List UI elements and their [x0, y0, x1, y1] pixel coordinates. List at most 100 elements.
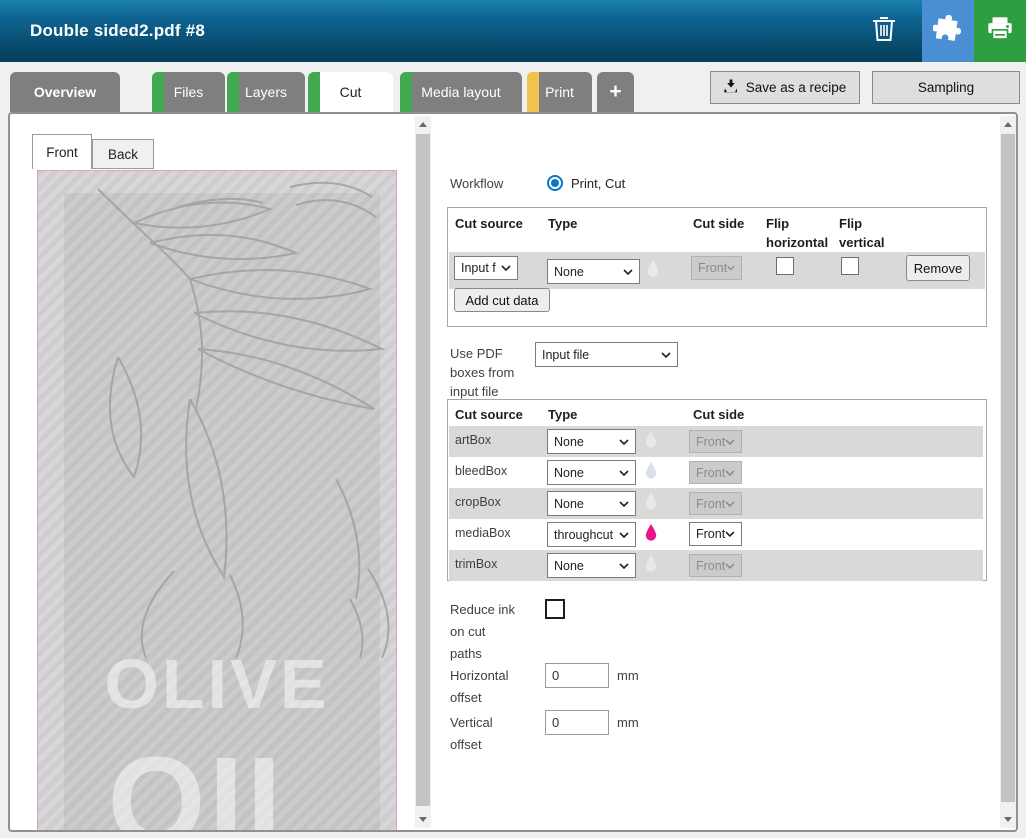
flip-horizontal-checkbox[interactable]: [776, 257, 794, 275]
vertical-offset-unit: mm: [617, 715, 639, 730]
horizontal-offset-unit: mm: [617, 668, 639, 683]
remove-button[interactable]: Remove: [906, 255, 970, 281]
puzzle-icon: [932, 14, 963, 49]
trimbox-type-select[interactable]: None: [547, 553, 636, 578]
print-button[interactable]: [974, 0, 1026, 62]
col-cut-source: Cut source: [455, 216, 523, 231]
reduce-ink-checkbox[interactable]: [545, 599, 565, 619]
plugins-button[interactable]: [922, 0, 974, 62]
tab-layers-label: Layers: [244, 84, 288, 100]
bleedbox-type-select[interactable]: None: [547, 460, 636, 485]
cut-side-select: Front: [691, 256, 742, 280]
vertical-offset-label-2: offset: [450, 737, 482, 752]
save-as-recipe-label: Save as a recipe: [745, 80, 847, 95]
ink-droplet-icon: [645, 493, 657, 510]
tab-cut-stripe: [308, 72, 320, 112]
scroll-down-icon[interactable]: [415, 811, 431, 828]
panel-scrollbar[interactable]: [1000, 116, 1016, 828]
trash-icon: [870, 14, 898, 49]
tab-add[interactable]: +: [597, 72, 634, 112]
panel-scrollbar-thumb[interactable]: [1001, 134, 1015, 802]
app-window: { "window": { "title": "Double sided2.pd…: [0, 0, 1026, 838]
vertical-offset-input[interactable]: [545, 710, 609, 735]
tab-front[interactable]: Front: [32, 134, 92, 169]
sampling-button[interactable]: Sampling: [872, 71, 1020, 104]
tab-media-layout-label: Media layout: [421, 84, 501, 100]
bleedbox-cut-side-select: Front: [689, 461, 742, 484]
col-type: Type: [548, 216, 578, 231]
row-label-mediabox: mediaBox: [455, 526, 511, 540]
save-as-recipe-button[interactable]: Save as a recipe: [710, 71, 860, 104]
cut-source-select[interactable]: Input f: [454, 256, 518, 280]
mediabox-cut-side-select[interactable]: Front: [689, 522, 742, 546]
reduce-ink-label-2: on cut: [450, 624, 486, 639]
trimbox-cut-side-select: Front: [689, 554, 742, 577]
sampling-label: Sampling: [917, 80, 975, 95]
tab-media-layout[interactable]: Media layout: [400, 72, 522, 112]
workflow-value: Print, Cut: [571, 176, 626, 191]
horizontal-offset-label-2: offset: [450, 690, 482, 705]
ink-droplet-icon: [645, 462, 657, 479]
tab-print-label: Print: [545, 84, 574, 100]
preview-scrollbar-thumb[interactable]: [416, 134, 430, 806]
tab-files-label: Files: [173, 84, 204, 100]
row-label-bleedbox: bleedBox: [455, 464, 508, 478]
tab-layers[interactable]: Layers: [227, 72, 305, 112]
mediabox-type-select[interactable]: throughcut: [547, 522, 636, 547]
row-label-cropbox: cropBox: [455, 495, 501, 509]
col-cut-side: Cut side: [693, 407, 745, 422]
tab-print[interactable]: Print: [527, 72, 592, 112]
workflow-label: Workflow: [450, 176, 504, 191]
tab-front-label: Front: [46, 144, 78, 160]
workflow-radio[interactable]: [547, 175, 563, 191]
col-flip-horizontal: Flip: [766, 216, 790, 231]
artbox-type-select[interactable]: None: [547, 429, 636, 454]
olive-branch-art: [97, 181, 390, 659]
preview-scrollbar[interactable]: [415, 116, 431, 828]
artwork-text-oil: OIL: [107, 731, 327, 832]
ink-droplet-icon: [645, 555, 657, 572]
tab-print-stripe: [527, 72, 539, 112]
cropbox-type-select[interactable]: None: [547, 491, 636, 516]
tab-files[interactable]: Files: [152, 72, 225, 112]
tab-layers-stripe: [227, 72, 239, 112]
type-select[interactable]: None: [547, 259, 640, 284]
add-cut-data-button[interactable]: Add cut data: [454, 288, 550, 312]
scroll-up-icon[interactable]: [1000, 116, 1016, 133]
plus-icon: +: [609, 80, 622, 103]
pdf-boxes-table: Cut source Type Cut side artBox None Fro…: [447, 399, 987, 581]
tab-back[interactable]: Back: [92, 139, 154, 169]
horizontal-offset-input[interactable]: [545, 663, 609, 688]
delete-button[interactable]: [856, 0, 912, 62]
tab-media-layout-stripe: [400, 72, 412, 112]
col-flip-horizontal-2: horizontal: [766, 235, 829, 250]
vertical-offset-label-1: Vertical: [450, 715, 493, 730]
artwork-preview: OLIVE OIL: [37, 170, 397, 832]
tab-files-stripe: [152, 72, 164, 112]
col-cut-side: Cut side: [693, 216, 745, 231]
col-type: Type: [548, 407, 578, 422]
ink-droplet-icon: [645, 431, 657, 448]
cropbox-cut-side-select: Front: [689, 492, 742, 515]
reduce-ink-label-1: Reduce ink: [450, 602, 516, 617]
tab-overview[interactable]: Overview: [10, 72, 120, 112]
ink-droplet-icon: [645, 524, 657, 541]
col-flip-vertical: Flip: [839, 216, 863, 231]
scroll-up-icon[interactable]: [415, 116, 431, 133]
use-pdf-label-1: Use PDF: [450, 346, 503, 361]
reduce-ink-label-3: paths: [450, 646, 482, 661]
tab-overview-label: Overview: [33, 84, 97, 100]
artbox-cut-side-select: Front: [689, 430, 742, 453]
tab-cut[interactable]: Cut: [308, 72, 393, 112]
tab-cut-label: Cut: [339, 84, 362, 100]
save-icon: [723, 79, 738, 96]
use-pdf-boxes-select[interactable]: Input file: [535, 342, 678, 367]
main-panel: Front Back OLIVE OIL Workflow Print, Cut…: [8, 112, 1018, 832]
use-pdf-label-3: input file: [450, 384, 499, 399]
document-title: Double sided2.pdf #8: [30, 21, 205, 40]
printer-icon: [985, 14, 1015, 49]
tab-back-label: Back: [107, 146, 138, 162]
horizontal-offset-label-1: Horizontal: [450, 668, 509, 683]
scroll-down-icon[interactable]: [1000, 811, 1016, 828]
flip-vertical-checkbox[interactable]: [841, 257, 859, 275]
